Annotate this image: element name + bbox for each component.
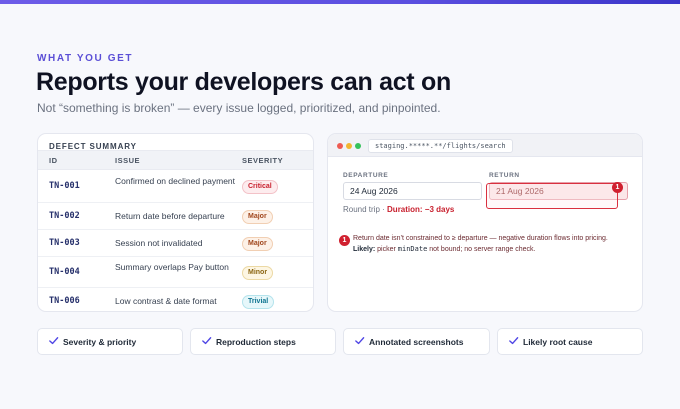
- window-minimize-dot[interactable]: [346, 143, 352, 149]
- feature-pill-reproduction: Reproduction steps: [190, 328, 336, 355]
- severity-badge: Trivial: [242, 295, 275, 309]
- defect-id: TN-001: [49, 181, 80, 191]
- feature-label: Annotated screenshots: [369, 337, 464, 347]
- table-row[interactable]: TN-004 Summary overlaps Pay button Minor: [38, 257, 313, 288]
- feature-label: Likely root cause: [523, 337, 593, 347]
- severity-badge: Minor: [242, 266, 274, 280]
- likely-code: minDate: [397, 245, 428, 253]
- trip-summary: Round trip · Duration: −3 days: [343, 205, 454, 214]
- table-header: ID ISSUE SEVERITY: [38, 150, 313, 170]
- likely-post: not bound; no server range check.: [429, 246, 536, 253]
- feature-pill-severity: Severity & priority: [37, 328, 183, 355]
- feature-pill-root-cause: Likely root cause: [497, 328, 643, 355]
- page-title: Reports your developers can act on: [36, 68, 451, 96]
- defect-id: TN-002: [49, 211, 80, 221]
- table-row[interactable]: TN-002 Return date before departure Majo…: [38, 203, 313, 230]
- check-icon: [49, 337, 59, 345]
- top-accent-bar: [0, 0, 680, 4]
- departure-label: DEPARTURE: [343, 172, 389, 179]
- column-header-id: ID: [49, 156, 58, 165]
- annotation-note: Return date isn’t constrained to ≥ depar…: [353, 234, 637, 255]
- note-description: Return date isn’t constrained to ≥ depar…: [353, 235, 608, 242]
- return-label: RETURN: [489, 172, 520, 179]
- browser-chrome: staging.*****.**/flights/search: [328, 134, 642, 157]
- address-bar[interactable]: staging.*****.**/flights/search: [368, 139, 513, 153]
- annotation-marker: 1: [612, 182, 623, 193]
- severity-badge: Critical: [242, 180, 278, 194]
- round-trip-label: Round trip ·: [343, 205, 385, 214]
- defect-issue: Session not invalidated: [115, 238, 203, 248]
- feature-label: Reproduction steps: [216, 337, 296, 347]
- check-icon: [509, 337, 519, 345]
- defect-id: TN-004: [49, 267, 80, 277]
- defect-summary-card: DEFECT SUMMARY ID ISSUE SEVERITY TN-001 …: [37, 133, 314, 312]
- defect-issue: Summary overlaps Pay button: [115, 262, 229, 272]
- note-likely-cause: Likely: picker minDate not bound; no ser…: [353, 244, 637, 255]
- column-header-severity: SEVERITY: [242, 156, 284, 165]
- window-maximize-dot[interactable]: [355, 143, 361, 149]
- table-row[interactable]: TN-003 Session not invalidated Major: [38, 230, 313, 257]
- check-icon: [202, 337, 212, 345]
- departure-date-input[interactable]: 24 Aug 2026: [343, 182, 482, 200]
- window-close-dot[interactable]: [337, 143, 343, 149]
- error-highlight-box: [486, 183, 618, 209]
- column-header-issue: ISSUE: [115, 156, 141, 165]
- defect-id: TN-006: [49, 296, 80, 306]
- duration-value: Duration: −3 days: [387, 205, 455, 214]
- table-row[interactable]: TN-001 Confirmed on declined payment Cri…: [38, 170, 313, 203]
- defect-issue: Return date before departure: [115, 211, 225, 221]
- page-subtitle: Not “something is broken” — every issue …: [37, 101, 441, 115]
- severity-badge: Major: [242, 237, 273, 251]
- likely-label: Likely:: [353, 246, 376, 253]
- feature-pill-screenshots: Annotated screenshots: [343, 328, 490, 355]
- severity-badge: Major: [242, 210, 273, 224]
- note-marker: 1: [339, 235, 350, 246]
- defect-id: TN-003: [49, 238, 80, 248]
- check-icon: [355, 337, 365, 345]
- likely-pre: picker: [377, 246, 396, 253]
- defect-issue: Low contrast & date format: [115, 296, 217, 306]
- defect-issue: Confirmed on declined payment: [115, 176, 236, 186]
- table-row[interactable]: TN-006 Low contrast & date format Trivia…: [38, 288, 313, 311]
- feature-label: Severity & priority: [63, 337, 137, 347]
- annotated-screenshot-card: staging.*****.**/flights/search DEPARTUR…: [327, 133, 643, 312]
- section-eyebrow: WHAT YOU GET: [37, 53, 134, 64]
